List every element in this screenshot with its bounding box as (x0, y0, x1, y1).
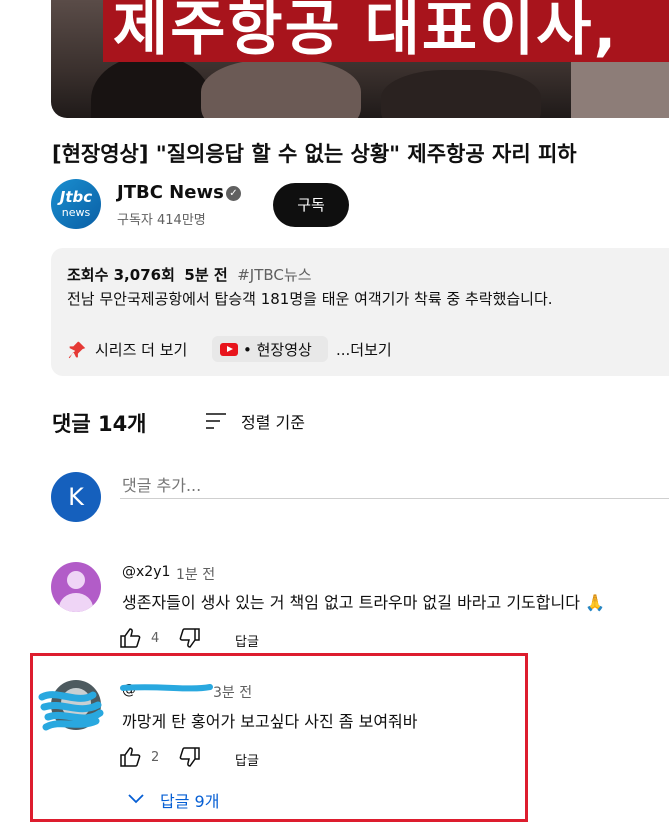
user-avatar: K (51, 472, 101, 522)
video-frame-background (571, 60, 669, 118)
comment-text: 까망게 탄 홍어가 보고싶다 사진 좀 보여줘바 (122, 712, 418, 731)
upload-time: 5분 전 (184, 266, 228, 284)
show-more-link[interactable]: ...더보기 (336, 339, 392, 360)
comments-count-title: 댓글 14개 (52, 412, 147, 436)
subscribe-button[interactable]: 구독 (273, 183, 349, 227)
video-frame-person (201, 60, 361, 118)
sort-icon[interactable] (204, 411, 228, 431)
video-caption-text: 제주항공 대표이사, (113, 0, 619, 64)
highlight-rectangle (30, 653, 528, 822)
thumbs-down-icon[interactable] (178, 626, 202, 650)
view-count: 조회수 3,076회 (67, 266, 175, 284)
channel-name[interactable]: JTBC News (117, 182, 224, 203)
video-caption-banner: 제주항공 대표이사, (103, 0, 669, 64)
pushpin-icon (68, 341, 86, 359)
thumbs-down-icon[interactable] (178, 745, 202, 769)
like-count: 4 (151, 631, 160, 646)
reply-button[interactable]: 답글 (235, 631, 259, 650)
comment-timestamp[interactable]: 1분 전 (176, 564, 215, 584)
commenter-avatar[interactable] (51, 562, 101, 612)
description-text: 전남 무안국제공항에서 탑승객 181명을 태운 여객기가 착륙 중 추락했습니… (67, 290, 553, 308)
thumbs-up-icon[interactable] (118, 745, 142, 769)
video-title: [현장영상] "질의응답 할 수 없는 상황" 제주항공 자리 피하 (52, 142, 577, 166)
channel-avatar[interactable]: Jtbc news (51, 179, 101, 229)
chevron-down-icon (128, 794, 144, 804)
channel-logo-text: Jtbc (59, 188, 93, 206)
video-player[interactable]: 제주항공 대표이사, (51, 0, 669, 118)
subscriber-count: 구독자 414만명 (117, 213, 206, 228)
hashtag-link[interactable]: #JTBC뉴스 (237, 266, 311, 284)
add-comment-input[interactable] (120, 472, 669, 499)
series-name[interactable]: • 현장영상 (243, 339, 312, 360)
comment-author-handle[interactable]: @x2y1 (122, 564, 170, 580)
comment-text: 생존자들이 생사 있는 거 책임 없고 트라우마 없길 바라고 기도합니다 🙏 (122, 593, 605, 612)
reply-button[interactable]: 답글 (235, 750, 259, 769)
thumbs-up-icon[interactable] (118, 626, 142, 650)
avatar-head (67, 571, 85, 589)
replies-count-label[interactable]: 답글 9개 (160, 788, 219, 812)
youtube-play-icon (220, 343, 238, 356)
series-more-label[interactable]: 시리즈 더 보기 (95, 339, 187, 360)
video-frame-person (381, 70, 541, 118)
avatar-body (59, 593, 93, 612)
verified-check-icon: ✓ (226, 186, 241, 201)
sort-button[interactable]: 정렬 기준 (241, 409, 305, 433)
like-count: 2 (151, 750, 160, 765)
channel-logo-subtext: news (61, 206, 91, 219)
video-stats: 조회수 3,076회 5분 전 #JTBC뉴스 (67, 264, 312, 285)
